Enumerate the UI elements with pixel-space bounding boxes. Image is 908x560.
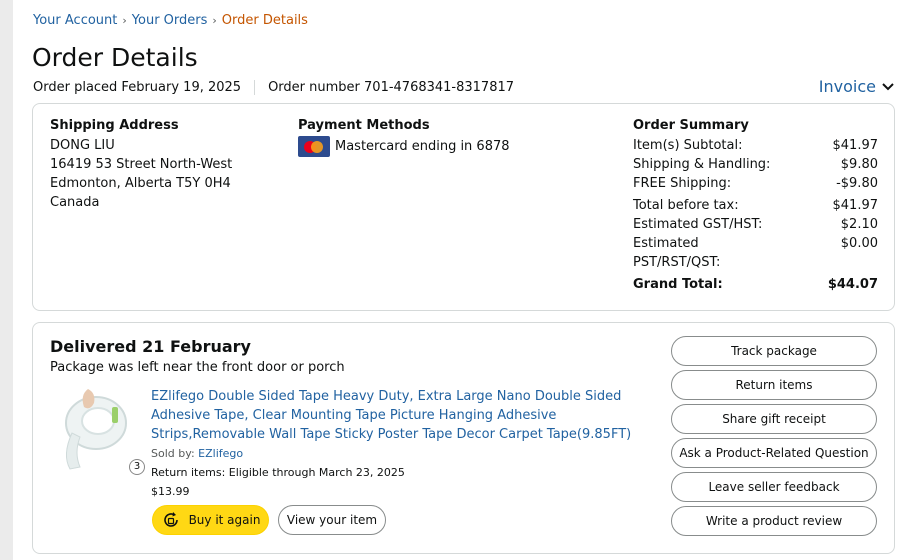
payment-card-row: Mastercard ending in 6878	[298, 136, 510, 157]
order-summary: Order Summary Item(s) Subtotal: $41.97 Sh…	[633, 118, 878, 294]
summary-value: $9.80	[840, 157, 878, 172]
breadcrumb-current: Order Details	[221, 13, 308, 28]
breadcrumb-your-account[interactable]: Your Account	[33, 13, 117, 28]
share-gift-receipt-button[interactable]: Share gift receipt	[671, 404, 877, 434]
summary-label: Estimated	[633, 236, 699, 251]
delivery-note: Package was left near the front door or …	[50, 360, 345, 375]
breadcrumb-separator: ›	[122, 14, 127, 27]
summary-label: PST/RST/QST:	[633, 255, 721, 270]
summary-value: $41.97	[832, 198, 879, 213]
view-your-item-label: View your item	[286, 513, 378, 527]
summary-row: Item(s) Subtotal: $41.97	[633, 136, 878, 155]
ask-product-question-button[interactable]: Ask a Product-Related Question	[671, 438, 877, 468]
chevron-down-icon	[882, 82, 894, 90]
shipment-actions: Track package Return items Share gift re…	[671, 336, 877, 540]
sold-by-label: Sold by:	[151, 447, 195, 460]
summary-row: Total before tax: $41.97	[633, 196, 878, 215]
shipping-city: Edmonton, Alberta T5Y 0H4	[50, 176, 231, 191]
payment-heading: Payment Methods	[298, 118, 430, 133]
summary-label: Shipping & Handling:	[633, 157, 771, 172]
summary-value: -$9.80	[836, 176, 878, 191]
summary-label: Total before tax:	[633, 198, 739, 213]
payment-card-label: Mastercard ending in 6878	[335, 139, 510, 154]
order-number: Order number 701-4768341-8317817	[268, 80, 515, 95]
buy-it-again-label: Buy it again	[188, 513, 261, 527]
breadcrumb-your-orders[interactable]: Your Orders	[132, 13, 208, 28]
summary-label: Item(s) Subtotal:	[633, 138, 743, 153]
return-eligibility: Return items: Eligible through March 23,…	[151, 466, 405, 479]
payment-methods: Payment Methods Mastercard ending in 687…	[298, 118, 510, 157]
summary-row: FREE Shipping: -$9.80	[633, 174, 878, 193]
track-package-button[interactable]: Track package	[671, 336, 877, 366]
order-info-box: Shipping Address DONG LIU 16419 53 Stree…	[32, 103, 895, 311]
return-items-button[interactable]: Return items	[671, 370, 877, 400]
summary-row: PST/RST/QST:	[633, 253, 878, 272]
mastercard-icon	[298, 136, 330, 157]
grand-total-label: Grand Total:	[633, 277, 723, 292]
view-your-item-button[interactable]: View your item	[278, 505, 386, 535]
left-rail	[0, 0, 13, 560]
shipping-name: DONG LIU	[50, 138, 115, 153]
product-title-link[interactable]: EZlifego Double Sided Tape Heavy Duty, E…	[151, 387, 643, 444]
shipping-address: Shipping Address DONG LIU 16419 53 Stree…	[50, 118, 232, 212]
shipping-heading: Shipping Address	[50, 118, 179, 133]
page-title: Order Details	[32, 43, 198, 72]
item-price: $13.99	[151, 485, 190, 498]
invoice-dropdown[interactable]: Invoice	[819, 77, 894, 96]
buy-it-again-button[interactable]: Buy it again	[152, 505, 269, 535]
sold-by: Sold by: EZlifego	[151, 447, 243, 460]
shipment-box: Delivered 21 February Package was left n…	[32, 322, 895, 554]
write-product-review-button[interactable]: Write a product review	[671, 506, 877, 536]
order-meta: Order placed February 19, 2025 Order num…	[33, 80, 514, 95]
shipping-street: 16419 53 Street North-West	[50, 157, 233, 172]
shipping-country: Canada	[50, 195, 100, 210]
tape-roll-icon	[65, 389, 127, 470]
summary-row: Estimated GST/HST: $2.10	[633, 215, 878, 234]
summary-heading: Order Summary	[633, 118, 749, 133]
order-placed-date: Order placed February 19, 2025	[33, 80, 242, 95]
summary-grand-total: Grand Total: $44.07	[633, 275, 878, 294]
summary-value: $2.10	[840, 217, 878, 232]
breadcrumb-separator: ›	[212, 14, 217, 27]
invoice-label: Invoice	[818, 77, 876, 96]
leave-seller-feedback-button[interactable]: Leave seller feedback	[671, 472, 877, 502]
seller-link[interactable]: EZlifego	[198, 447, 243, 460]
summary-value: $41.97	[832, 138, 879, 153]
summary-value: $0.00	[840, 236, 878, 251]
meta-divider	[254, 80, 256, 95]
breadcrumb: Your Account › Your Orders › Order Details	[33, 13, 308, 28]
summary-row: Estimated $0.00	[633, 234, 878, 253]
quantity-badge: 3	[129, 459, 145, 475]
product-image[interactable]	[50, 385, 138, 473]
summary-row: Shipping & Handling: $9.80	[633, 155, 878, 174]
reorder-icon	[163, 512, 178, 527]
summary-label: FREE Shipping:	[633, 176, 732, 191]
summary-label: Estimated GST/HST:	[633, 217, 763, 232]
grand-total-value: $44.07	[827, 277, 878, 292]
delivery-status: Delivered 21 February	[50, 337, 251, 356]
